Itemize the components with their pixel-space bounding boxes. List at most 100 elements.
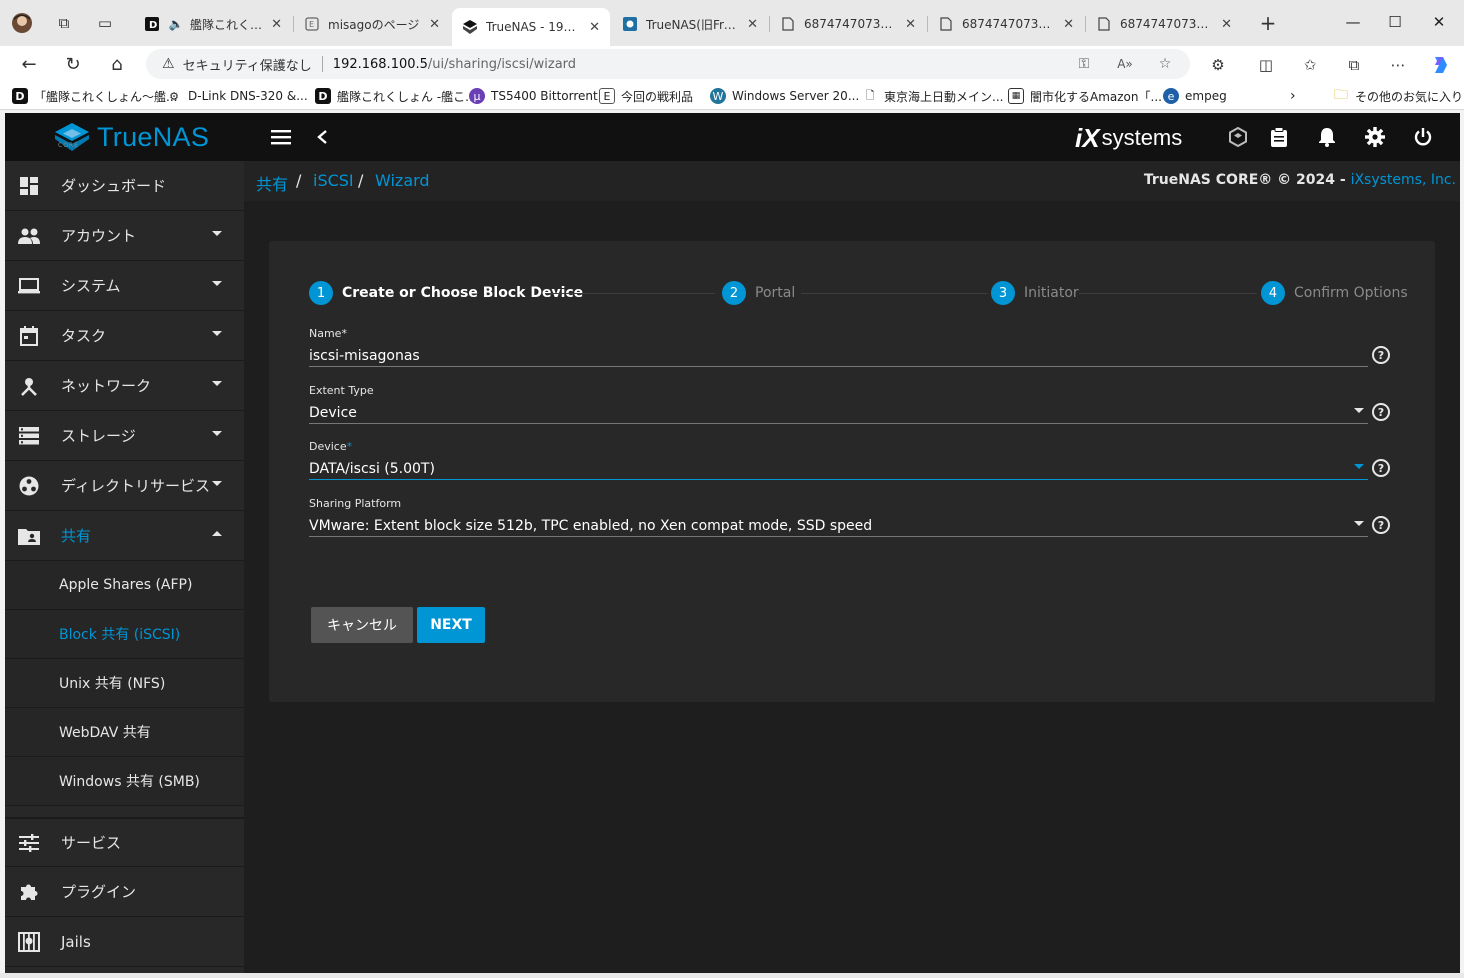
menu-icon[interactable] [269, 125, 293, 149]
wizard-step-portal[interactable]: 2 Portal [722, 281, 795, 305]
sidebar-item-directory-services[interactable]: ディレクトリサービス [5, 461, 244, 511]
dropdown-arrow-icon[interactable] [1354, 464, 1364, 469]
more-menu-icon[interactable]: ⋯ [1386, 53, 1410, 77]
next-button[interactable]: NEXT [417, 607, 485, 643]
ixsystems-link[interactable]: iXsystems, Inc. [1351, 172, 1456, 188]
bookmark-amazon[interactable]: ▦ 闇市化するAmazon「... [1008, 86, 1162, 106]
split-screen-icon[interactable]: ◫ [1254, 53, 1278, 77]
extent-type-select[interactable]: Device [309, 402, 1368, 424]
name-input[interactable]: iscsi-misagonas [309, 345, 1368, 367]
other-bookmarks[interactable]: 🗀 その他のお気に入り [1333, 86, 1463, 106]
tab-page-2[interactable]: 68747470733a2f2 ✕ [928, 8, 1084, 40]
sharing-platform-select[interactable]: VMware: Extent block size 512b, TPC enab… [309, 515, 1368, 537]
sidebar-sub-webdav[interactable]: WebDAV 共有 [5, 708, 244, 757]
help-icon[interactable]: ? [1372, 459, 1390, 477]
device-select[interactable]: DATA/iscsi (5.00T) [309, 458, 1368, 480]
chevron-down-icon[interactable] [212, 281, 222, 286]
sidebar-item-storage[interactable]: ストレージ [5, 411, 244, 461]
bookmark-tokio-marine[interactable]: 🗋 東京海上日動メイン... [862, 86, 1004, 106]
tab-close-icon[interactable]: ✕ [429, 17, 440, 32]
profile-avatar[interactable] [10, 11, 34, 35]
bookmark-kancolle-1[interactable]: D 「艦隊これくしょん～艦... [12, 86, 177, 106]
dropdown-arrow-icon[interactable] [1354, 408, 1364, 413]
chevron-down-icon[interactable] [212, 431, 222, 436]
wizard-step-block-device[interactable]: 1 Create or Choose Block Device [309, 281, 583, 305]
breadcrumb-iscsi[interactable]: iSCSI [313, 171, 354, 190]
tab-truenas[interactable]: TrueNAS - 192.16 ✕ [452, 8, 610, 46]
ixsystems-logo[interactable]: iX systems [1075, 123, 1182, 153]
sidebar-item-plugins[interactable]: プラグイン [5, 867, 244, 917]
sidebar-item-accounts[interactable]: アカウント [5, 211, 244, 261]
help-icon[interactable]: ? [1372, 403, 1390, 421]
bookmark-ts5400[interactable]: μ TS5400 Bittorrent [469, 86, 598, 106]
tab-kancolle[interactable]: D 🔈 艦隊これくしょん - ✕ [134, 8, 292, 40]
sidebar-sub-smb[interactable]: Windows 共有 (SMB) [5, 757, 244, 806]
chevron-down-icon[interactable] [212, 481, 222, 486]
wizard-step-confirm[interactable]: 4 Confirm Options [1261, 281, 1408, 305]
chevron-down-icon[interactable] [212, 381, 222, 386]
sidebar-item-sharing[interactable]: 共有 [5, 511, 244, 561]
maximize-icon[interactable]: ☐ [1372, 8, 1418, 36]
new-tab-icon[interactable]: + [1256, 11, 1280, 35]
favorite-star-icon[interactable]: ☆ [1154, 53, 1176, 75]
collapse-sidebar-icon[interactable] [310, 125, 334, 149]
read-aloud-icon[interactable]: A» [1114, 53, 1136, 75]
security-label[interactable]: セキュリティ保護なし [183, 55, 312, 74]
sidebar-sub-afp[interactable]: Apple Shares (AFP) [5, 561, 244, 610]
power-icon[interactable] [1411, 125, 1435, 149]
help-icon[interactable]: ? [1372, 516, 1390, 534]
vertical-tabs-icon[interactable]: ▭ [93, 11, 117, 35]
tab-close-icon[interactable]: ✕ [747, 17, 758, 32]
name-label: Name* [309, 327, 347, 340]
back-arrow-icon[interactable]: ← [15, 50, 43, 78]
truecommand-icon[interactable] [1226, 125, 1250, 149]
speaker-icon[interactable]: 🔈 [168, 16, 184, 32]
tab-close-icon[interactable]: ✕ [1063, 17, 1074, 32]
key-icon[interactable]: ⚿ [1073, 53, 1095, 75]
bookmark-windows-server[interactable]: W Windows Server 20... [710, 86, 859, 106]
close-window-icon[interactable]: ✕ [1416, 8, 1462, 36]
cancel-button[interactable]: キャンセル [311, 607, 413, 643]
bell-icon[interactable] [1315, 125, 1339, 149]
refresh-icon[interactable]: ↻ [59, 50, 87, 78]
tab-close-icon[interactable]: ✕ [271, 17, 282, 32]
sidebar-item-dashboard[interactable]: ダッシュボード [5, 161, 244, 211]
chevron-up-icon[interactable] [212, 531, 222, 536]
tab-page-1[interactable]: 68747470733a2f2 ✕ [770, 8, 926, 40]
minimize-icon[interactable]: — [1330, 8, 1376, 36]
sidebar-item-system[interactable]: システム [5, 261, 244, 311]
tab-misago[interactable]: E misagoのページ ✕ [294, 8, 450, 40]
workspaces-icon[interactable]: ⧉ [52, 11, 76, 35]
tab-close-icon[interactable]: ✕ [589, 20, 600, 35]
breadcrumb-sharing[interactable]: 共有 [256, 171, 288, 195]
collections-icon[interactable]: ⧉ [1342, 53, 1366, 77]
help-icon[interactable]: ? [1372, 346, 1390, 364]
tab-close-icon[interactable]: ✕ [905, 17, 916, 32]
bookmark-kancolle-2[interactable]: D 艦隊これくしょん -艦こ... [315, 86, 477, 106]
bookmark-empeg[interactable]: e empeg [1163, 86, 1227, 106]
bookmark-dlink[interactable]: ⚙ D-Link DNS-320 &... [166, 86, 308, 106]
bookmarks-overflow-icon[interactable]: › [1290, 86, 1296, 106]
sidebar-item-network[interactable]: ネットワーク [5, 361, 244, 411]
tab-truenas-freenas[interactable]: TrueNAS(旧FreeN ✕ [612, 8, 768, 40]
bookmark-senrihin[interactable]: E 今回の戦利品 [599, 86, 693, 106]
copilot-icon[interactable] [1428, 53, 1452, 77]
url-input[interactable]: ⚠ セキュリティ保護なし 192.168.100.5/ui/sharing/is… [146, 49, 1190, 79]
favorites-icon[interactable]: ✩ [1298, 53, 1322, 77]
chevron-down-icon[interactable] [212, 331, 222, 336]
wizard-step-initiator[interactable]: 3 Initiator [991, 281, 1079, 305]
warning-triangle-icon[interactable]: ⚠ [162, 56, 175, 72]
sidebar-item-tasks[interactable]: タスク [5, 311, 244, 361]
sidebar-item-jails[interactable]: Jails [5, 917, 244, 967]
sidebar-sub-iscsi[interactable]: Block 共有 (iSCSI) [5, 610, 244, 659]
tab-page-3[interactable]: 68747470733a2f2 ✕ [1086, 8, 1242, 40]
home-icon[interactable]: ⌂ [103, 50, 131, 78]
chevron-down-icon[interactable] [212, 231, 222, 236]
clipboard-icon[interactable] [1267, 125, 1291, 149]
sidebar-item-services[interactable]: サービス [5, 817, 244, 867]
tab-close-icon[interactable]: ✕ [1221, 17, 1232, 32]
sidebar-sub-nfs[interactable]: Unix 共有 (NFS) [5, 659, 244, 708]
dropdown-arrow-icon[interactable] [1354, 521, 1364, 526]
extensions-icon[interactable]: ⚙ [1206, 53, 1230, 77]
gear-icon[interactable] [1363, 125, 1387, 149]
